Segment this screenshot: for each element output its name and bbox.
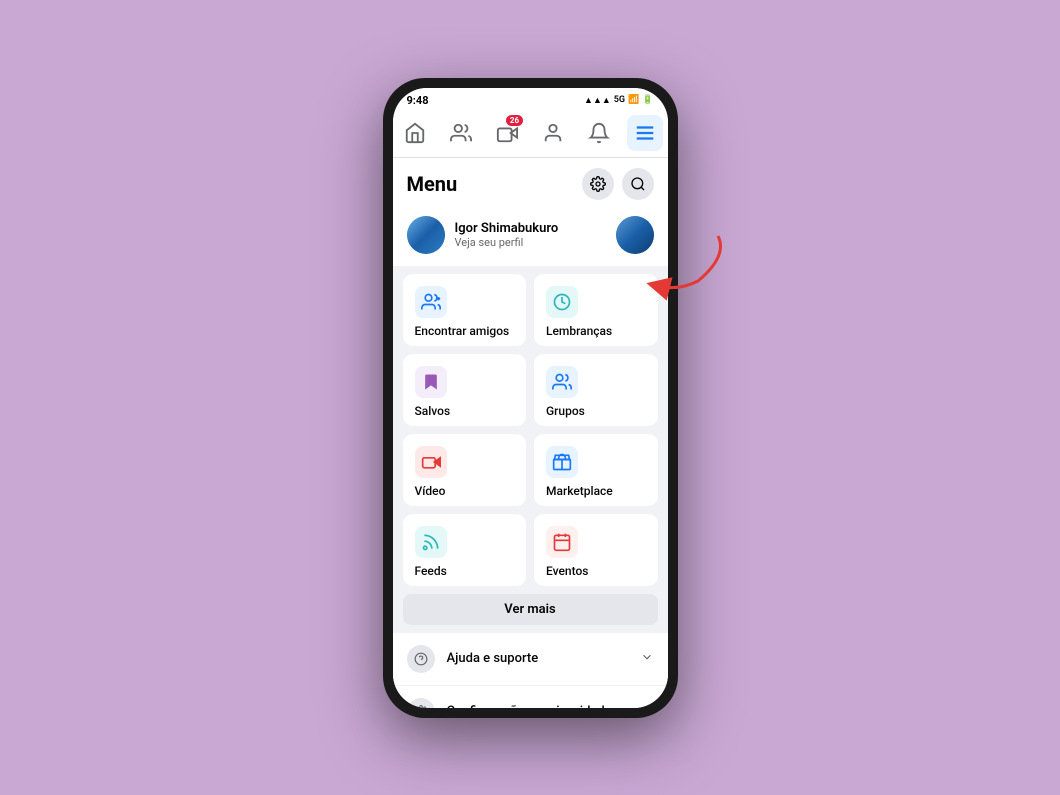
- profile-name: Igor Shimabukuro: [455, 221, 559, 236]
- phone-frame: 9:48 ▲▲▲ 5G 📶 🔋 26: [383, 78, 678, 718]
- help-icon: [407, 645, 435, 673]
- grid-item-marketplace[interactable]: Marketplace: [534, 434, 658, 506]
- feeds-label: Feeds: [415, 564, 515, 578]
- grid-item-groups[interactable]: Grupos: [534, 354, 658, 426]
- search-button[interactable]: [622, 168, 654, 200]
- nav-profile[interactable]: [535, 115, 571, 151]
- profile-info: Igor Shimabukuro Veja seu perfil: [455, 221, 559, 249]
- phone-screen: 9:48 ▲▲▲ 5G 📶 🔋 26: [393, 88, 668, 708]
- menu-grid: Encontrar amigos Lembranças: [393, 266, 668, 594]
- help-chevron: [640, 649, 654, 668]
- nav-home[interactable]: [397, 115, 433, 151]
- list-section: Ajuda e suporte Configurações e privacid…: [393, 633, 668, 708]
- help-item[interactable]: Ajuda e suporte: [393, 633, 668, 686]
- grid-item-events[interactable]: Eventos: [534, 514, 658, 586]
- nav-badge: 26: [506, 115, 523, 126]
- marketplace-label: Marketplace: [546, 484, 646, 498]
- nav-video[interactable]: 26: [489, 115, 525, 151]
- saved-icon: [415, 366, 447, 398]
- grid-item-memories[interactable]: Lembranças: [534, 274, 658, 346]
- grid-item-feeds[interactable]: Feeds: [403, 514, 527, 586]
- battery-icon: 🔋: [642, 95, 653, 105]
- marketplace-icon: [546, 446, 578, 478]
- settings-list-icon: [407, 698, 435, 708]
- find-friends-icon: [415, 286, 447, 318]
- nav-menu[interactable]: [627, 115, 663, 151]
- settings-button[interactable]: [582, 168, 614, 200]
- status-bar: 9:48 ▲▲▲ 5G 📶 🔋: [393, 88, 668, 109]
- video-icon: [415, 446, 447, 478]
- settings-item[interactable]: Configurações e privacidade: [393, 686, 668, 708]
- saved-label: Salvos: [415, 404, 515, 418]
- menu-header: Menu: [393, 158, 668, 208]
- profile-sub: Veja seu perfil: [455, 236, 559, 249]
- profile-avatar-right: [616, 216, 654, 254]
- menu-header-icons: [582, 168, 654, 200]
- events-label: Eventos: [546, 564, 646, 578]
- status-time: 9:48: [407, 94, 429, 107]
- groups-label: Grupos: [546, 404, 646, 418]
- memories-icon: [546, 286, 578, 318]
- settings-label: Configurações e privacidade: [447, 704, 640, 708]
- memories-label: Lembranças: [546, 324, 646, 338]
- video-label: Vídeo: [415, 484, 515, 498]
- help-label: Ajuda e suporte: [447, 651, 640, 666]
- settings-chevron: [640, 702, 654, 708]
- ver-mais-button[interactable]: Ver mais: [403, 594, 658, 625]
- nav-bar: 26: [393, 109, 668, 158]
- grid-item-find-friends[interactable]: Encontrar amigos: [403, 274, 527, 346]
- nav-friends[interactable]: [443, 115, 479, 151]
- menu-title: Menu: [407, 172, 458, 196]
- grid-item-saved[interactable]: Salvos: [403, 354, 527, 426]
- content-area: Menu Igor: [393, 158, 668, 708]
- nav-notifications[interactable]: [581, 115, 617, 151]
- events-icon: [546, 526, 578, 558]
- signal-icon: ▲▲▲: [584, 95, 611, 106]
- profile-section[interactable]: Igor Shimabukuro Veja seu perfil: [393, 208, 668, 266]
- groups-icon: [546, 366, 578, 398]
- wifi-icon: 📶: [628, 95, 639, 105]
- feeds-icon: [415, 526, 447, 558]
- avatar: [407, 216, 445, 254]
- status-icons: ▲▲▲ 5G 📶 🔋: [584, 95, 653, 106]
- network-type: 5G: [614, 95, 625, 105]
- grid-item-video[interactable]: Vídeo: [403, 434, 527, 506]
- find-friends-label: Encontrar amigos: [415, 324, 515, 338]
